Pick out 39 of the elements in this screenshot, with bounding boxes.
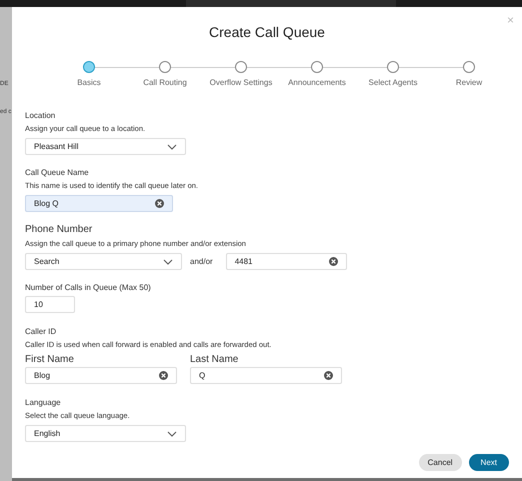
- step-label[interactable]: Overflow Settings: [210, 78, 272, 87]
- input-field[interactable]: Blog: [25, 367, 177, 384]
- step-indicator[interactable]: [463, 61, 475, 73]
- field-label: Language: [25, 398, 62, 407]
- step-label[interactable]: Basics: [77, 78, 101, 87]
- step-indicator[interactable]: [159, 61, 171, 73]
- input-field[interactable]: Blog Q: [25, 195, 173, 212]
- chevron-down-icon: [167, 144, 177, 150]
- step-indicator[interactable]: [387, 61, 399, 73]
- input-field[interactable]: 4481: [226, 253, 347, 270]
- clear-icon[interactable]: [159, 371, 168, 380]
- step-label[interactable]: Select Agents: [368, 78, 418, 87]
- step-label[interactable]: Announcements: [288, 78, 346, 87]
- step-indicator[interactable]: [83, 61, 95, 73]
- dialog-title: Create Call Queue: [208, 24, 326, 40]
- next-button[interactable]: Next: [468, 454, 509, 471]
- step-label[interactable]: Call Routing: [143, 78, 187, 87]
- dropdown[interactable]: Search: [25, 253, 182, 270]
- field-label: Last Name: [190, 354, 240, 365]
- step-indicator[interactable]: [235, 61, 247, 73]
- field-label: First Name: [25, 354, 75, 365]
- chevron-down-icon: [167, 430, 177, 436]
- joiner-text: and/or: [190, 257, 213, 266]
- clear-icon[interactable]: [324, 371, 333, 380]
- dropdown[interactable]: Pleasant Hill: [25, 138, 186, 155]
- field-label: Number of Calls in Queue (Max 50): [25, 283, 152, 292]
- step-indicator[interactable]: [311, 61, 323, 73]
- chevron-down-icon: [163, 258, 173, 264]
- field-label: Call Queue Name: [25, 168, 90, 177]
- input-field[interactable]: 10: [25, 296, 75, 313]
- clear-icon[interactable]: [328, 257, 338, 266]
- field-label: Location: [25, 111, 56, 120]
- cancel-button[interactable]: Cancel: [418, 454, 462, 471]
- input-field[interactable]: Q: [190, 367, 342, 384]
- dropdown[interactable]: English: [25, 425, 186, 442]
- field-label: Phone Number: [25, 224, 94, 235]
- step-label[interactable]: Review: [456, 78, 482, 87]
- clear-icon[interactable]: [155, 199, 164, 208]
- field-label: Caller ID: [25, 327, 58, 336]
